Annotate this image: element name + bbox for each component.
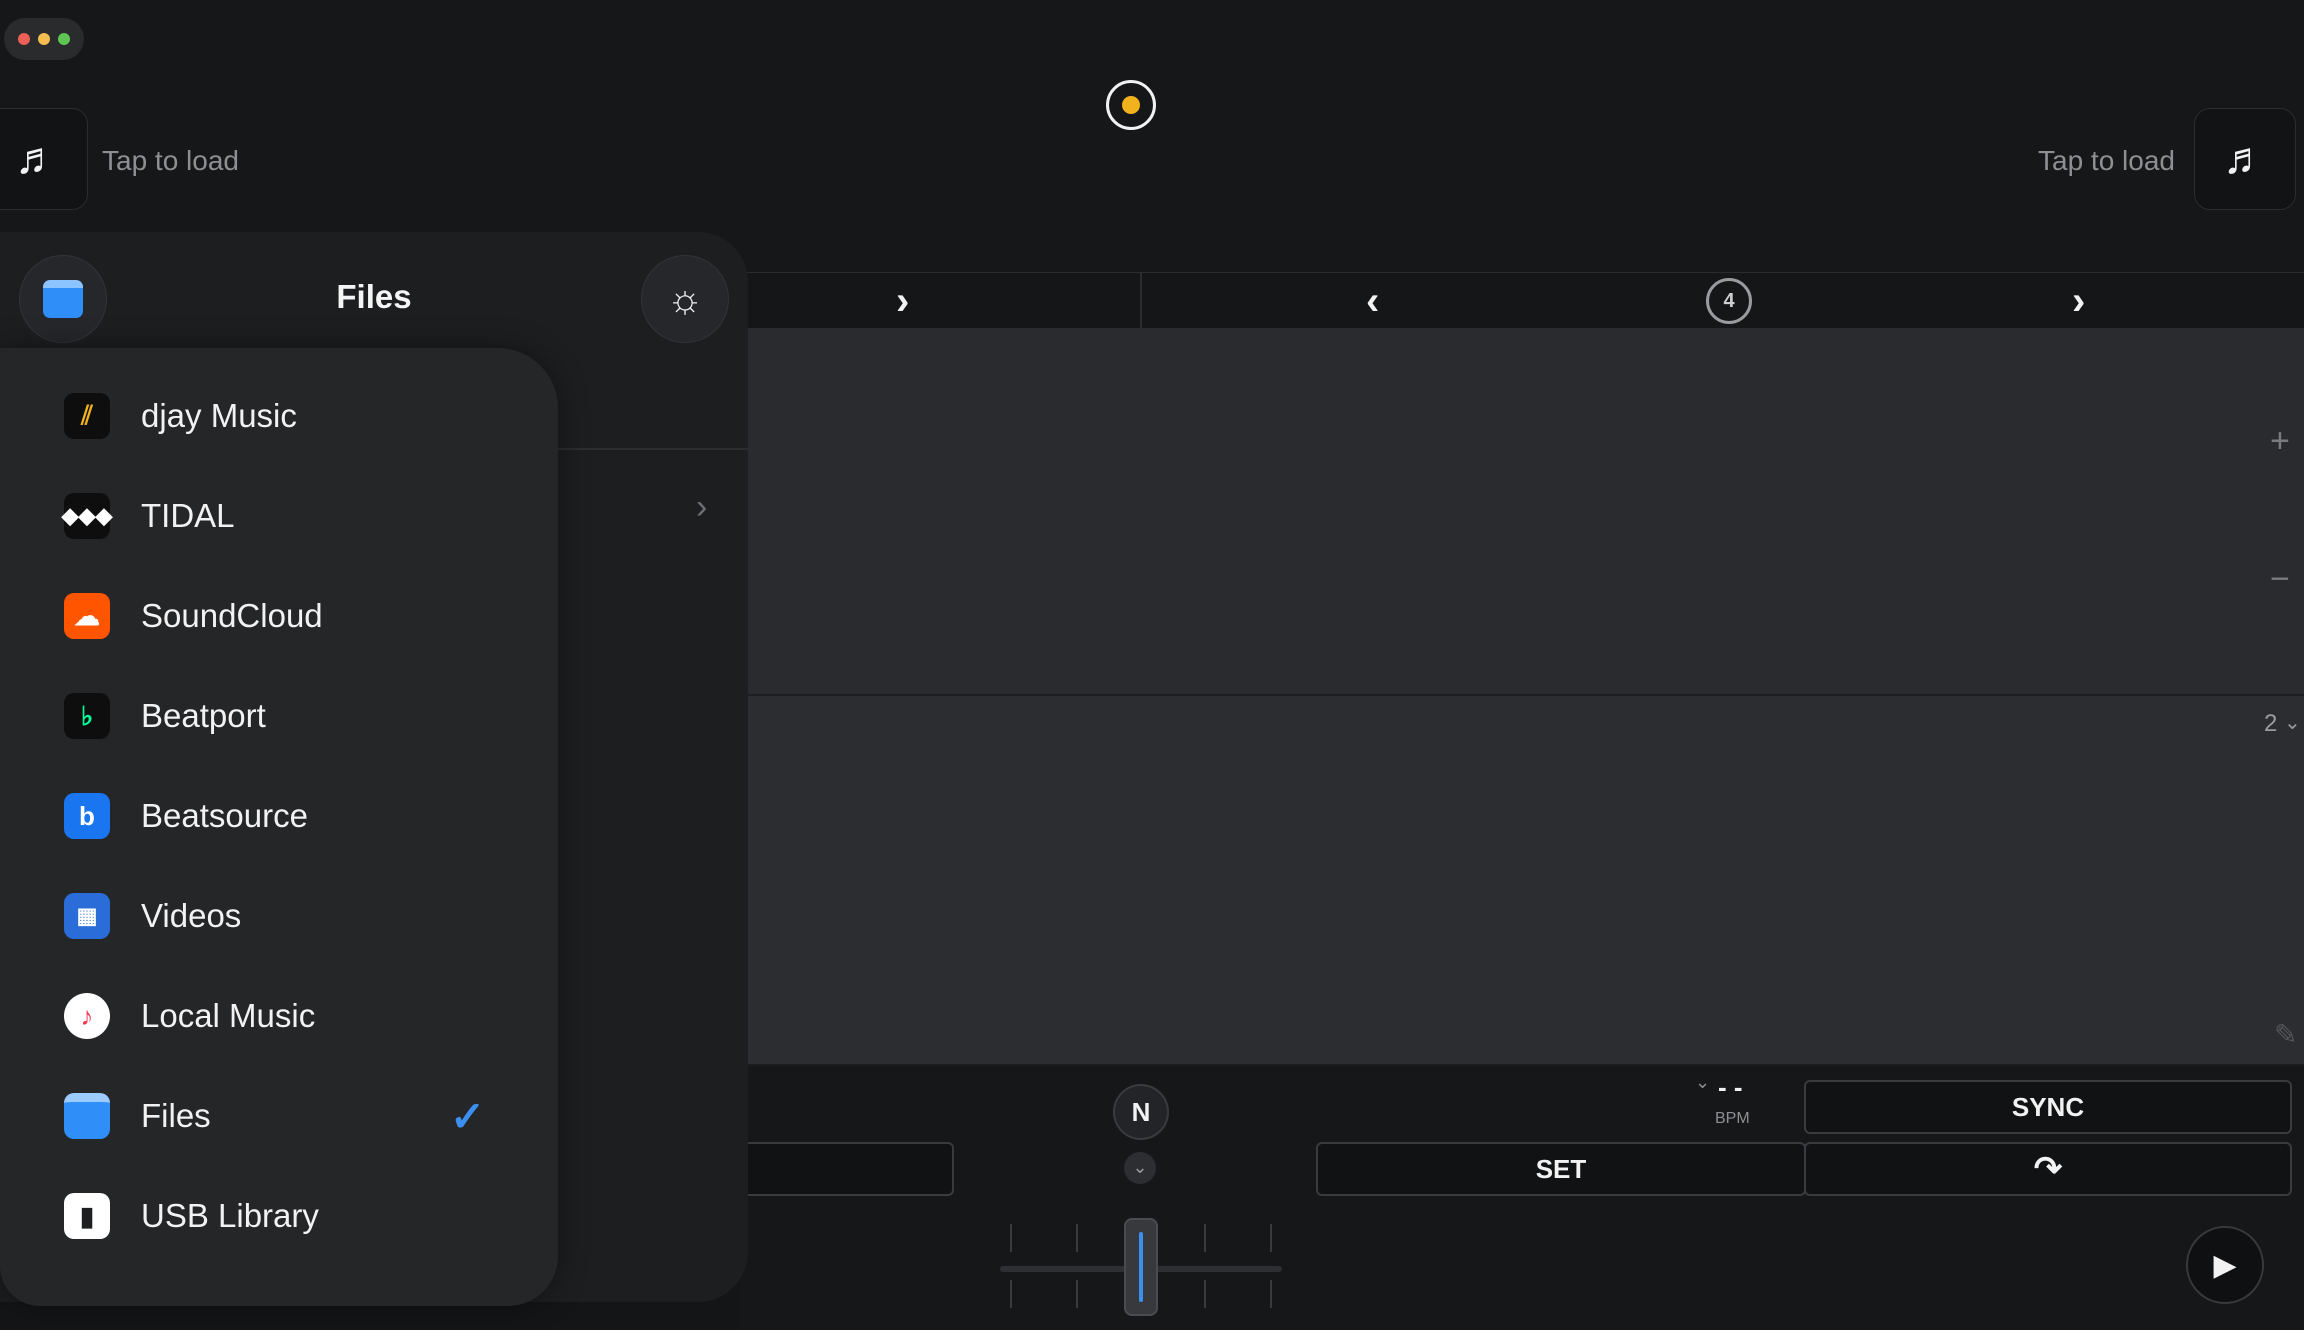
tidal-icon: ◆◆◆ — [62, 493, 112, 539]
record-dot-icon — [1122, 96, 1140, 114]
prev-chevron-icon[interactable]: ‹ — [1366, 273, 1379, 329]
menu-item-beatport[interactable]: ♭ Beatport — [0, 666, 558, 766]
deck-nav-row: › ‹ 4 › — [740, 272, 2304, 330]
beatport-icon: ♭ — [64, 693, 110, 739]
menu-item-local-music[interactable]: ♪ Local Music — [0, 966, 558, 1066]
pitch-tick — [1204, 1224, 1206, 1252]
next-left-chevron-icon[interactable]: › — [896, 273, 909, 329]
cue-button[interactable] — [740, 1142, 954, 1196]
left-deck-load-button[interactable]: ♬ — [0, 108, 88, 210]
menu-item-usb-library[interactable]: ▮ USB Library — [0, 1166, 558, 1266]
source-button[interactable] — [19, 255, 107, 343]
pitch-tick — [1010, 1280, 1012, 1308]
menu-item-videos[interactable]: ▦ Videos — [0, 866, 558, 966]
menu-item-tidal[interactable]: ◆◆◆ TIDAL — [0, 466, 558, 566]
right-deck-load-button[interactable]: ♬ — [2194, 108, 2296, 210]
menu-item-soundcloud[interactable]: ☁ SoundCloud — [0, 566, 558, 666]
pitch-tick — [1076, 1224, 1078, 1252]
bpm-value[interactable]: - - — [1718, 1072, 1743, 1103]
folder-icon — [64, 1093, 110, 1139]
divider — [1140, 273, 1142, 329]
sun-icon: ☼ — [666, 276, 704, 321]
music-note-icon: ♬ — [15, 134, 59, 183]
chevron-down-icon[interactable]: ⌄ — [1124, 1152, 1156, 1184]
waveform-detail[interactable]: 2 ⌄ ✎ — [740, 696, 2304, 1066]
source-menu: ⫽ djay Music ◆◆◆ TIDAL ☁ SoundCloud ♭ Be… — [0, 348, 558, 1306]
pitch-tick — [1270, 1224, 1272, 1252]
play-icon: ▶ — [2213, 1248, 2237, 1282]
pitch-tick — [1010, 1224, 1012, 1252]
close-dot[interactable] — [18, 33, 30, 45]
beat-jump-value[interactable]: 2 — [2264, 710, 2277, 738]
deck-controls: N ⌄ ⌄ - - BPM SYNC SET ↷ ▶ — [740, 1066, 2304, 1330]
chevron-down-icon[interactable]: ⌄ — [2284, 710, 2301, 735]
zoom-dot[interactable] — [58, 33, 70, 45]
usb-drive-icon: ▮ — [64, 1193, 110, 1239]
menu-item-beatsource[interactable]: b Beatsource — [0, 766, 558, 866]
settings-button[interactable]: ☼ — [641, 255, 729, 343]
right-deck-load-label[interactable]: Tap to load — [2038, 145, 2175, 177]
left-deck-load-label[interactable]: Tap to load — [102, 145, 239, 177]
checkmark-icon: ✓ — [450, 1092, 486, 1140]
minimize-dot[interactable] — [38, 33, 50, 45]
next-chevron-icon[interactable]: › — [2072, 273, 2085, 329]
loop-icon[interactable]: 4 — [1706, 278, 1752, 324]
pitch-tick — [1076, 1280, 1078, 1308]
chevron-right-icon[interactable]: › — [696, 488, 707, 527]
key-lock-button[interactable]: N — [1113, 1084, 1169, 1140]
sync-button[interactable]: SYNC — [1804, 1080, 2292, 1134]
menu-item-djay-music[interactable]: ⫽ djay Music — [0, 366, 558, 466]
djay-music-icon: ⫽ — [64, 393, 110, 439]
chevron-down-icon[interactable]: ⌄ — [1695, 1072, 1710, 1093]
beatsource-icon: b — [64, 793, 110, 839]
panel-title: Files — [336, 278, 412, 315]
soundcloud-icon: ☁ — [64, 593, 110, 639]
pitch-tick — [1204, 1280, 1206, 1308]
music-app-icon: ♪ — [64, 993, 110, 1039]
zoom-in-button[interactable]: + — [2270, 422, 2290, 461]
menu-item-files[interactable]: Files ✓ — [0, 1066, 558, 1166]
pencil-icon[interactable]: ✎ — [2274, 1018, 2297, 1051]
window-controls[interactable] — [4, 18, 84, 60]
play-button[interactable]: ▶ — [2186, 1226, 2264, 1304]
film-icon: ▦ — [64, 893, 110, 939]
set-cue-button[interactable]: SET — [1316, 1142, 1806, 1196]
pitch-tick — [1270, 1280, 1272, 1308]
record-button[interactable] — [1106, 80, 1156, 130]
pitch-indicator — [1139, 1232, 1143, 1302]
waveform-overview[interactable]: + − — [740, 328, 2304, 696]
music-note-icon: ♬ — [2223, 134, 2267, 183]
pitch-handle[interactable] — [1124, 1218, 1158, 1316]
bpm-label: BPM — [1715, 1110, 1750, 1127]
zoom-out-button[interactable]: − — [2270, 560, 2290, 599]
folder-icon — [43, 280, 83, 318]
jump-icon[interactable]: ↷ — [1804, 1142, 2292, 1196]
